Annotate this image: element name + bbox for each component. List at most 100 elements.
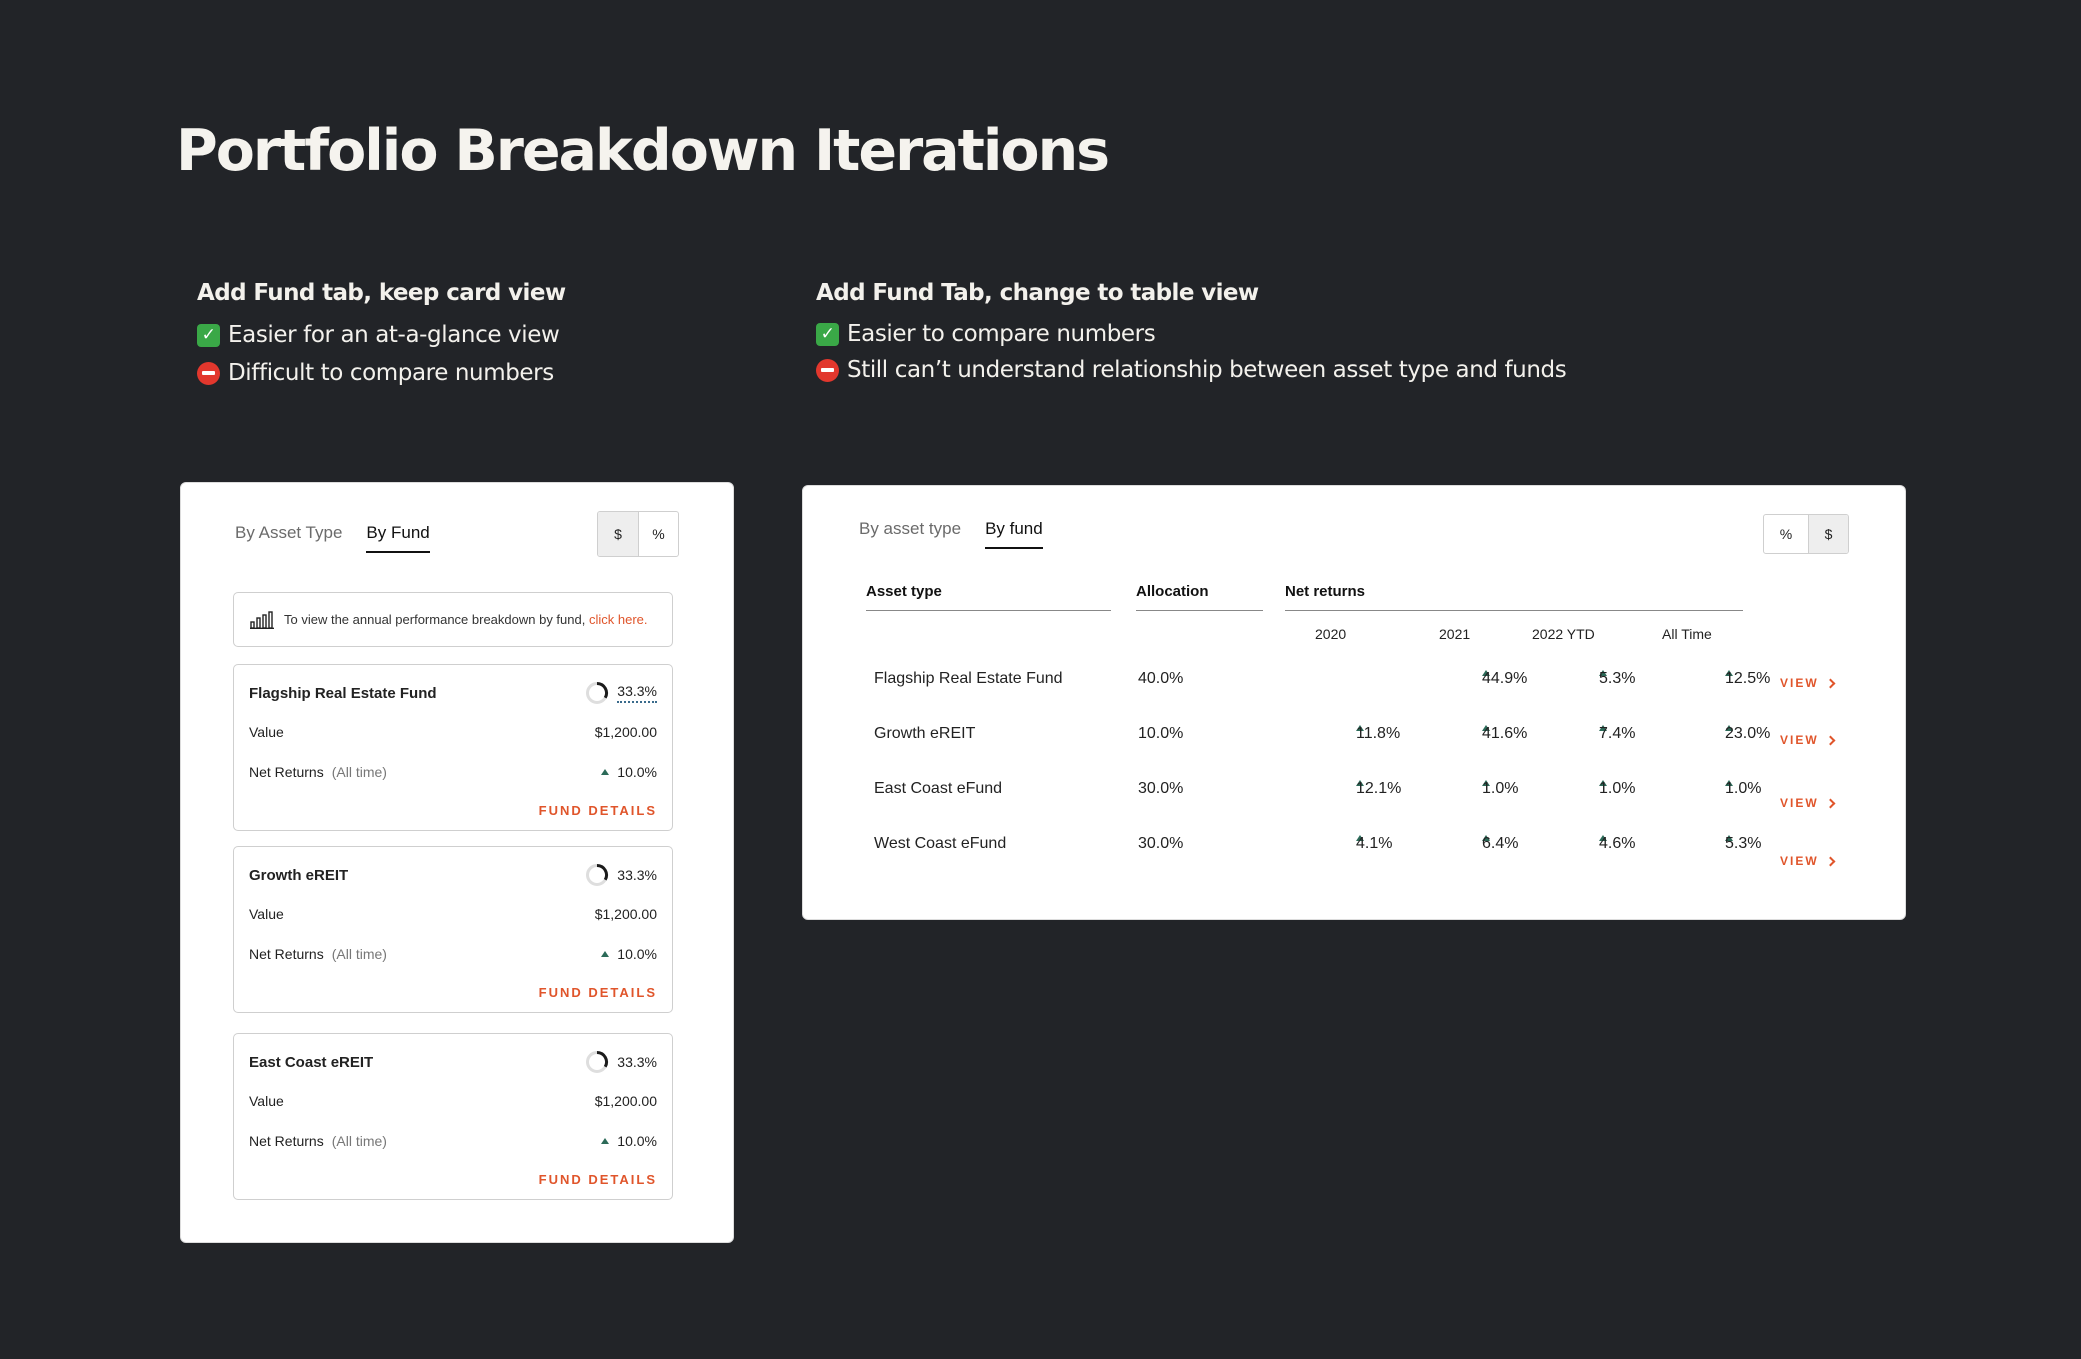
returns-label: Net Returns xyxy=(249,1133,324,1149)
fund-name: East Coast eFund xyxy=(874,780,1003,797)
returns-row: Net Returns (All time) 10.0% xyxy=(249,764,657,780)
tab-by-asset-type[interactable]: By asset type xyxy=(859,519,961,549)
tab-by-asset-type[interactable]: By Asset Type xyxy=(235,523,342,553)
unit-toggle: $ % xyxy=(597,511,679,557)
chevron-right-icon xyxy=(1825,735,1836,745)
return-2021-value: 41.6% xyxy=(1482,725,1528,742)
allocation-value[interactable]: 33.3% xyxy=(617,683,657,703)
returns-period: (All time) xyxy=(331,1133,387,1149)
value-row: Value $1,200.00 xyxy=(249,1093,657,1109)
fund-details-link[interactable]: FUND DETAILS xyxy=(539,985,657,1000)
returns-row: Net Returns (All time) 10.0% xyxy=(249,1133,657,1149)
returns-period: (All time) xyxy=(331,946,387,962)
info-text: To view the annual performance breakdown… xyxy=(284,612,648,627)
returns-label: Net Returns xyxy=(249,946,324,962)
allocation-value: 33.3% xyxy=(617,1054,657,1070)
toggle-percent[interactable]: % xyxy=(1764,515,1808,553)
fund-allocation: 33.3% xyxy=(585,681,657,705)
returns-row: Net Returns (All time) 10.0% xyxy=(249,946,657,962)
fund-name: Flagship Real Estate Fund xyxy=(874,670,1063,687)
value-label: Value xyxy=(249,1093,284,1109)
value-amount: $1,200.00 xyxy=(594,906,657,922)
return-2020-value: 12.1% xyxy=(1356,780,1402,797)
chevron-right-icon xyxy=(1825,678,1836,688)
fund-allocation: 33.3% xyxy=(585,863,657,887)
value-row: Value $1,200.00 xyxy=(249,906,657,922)
return-2021-value: 6.4% xyxy=(1482,835,1519,852)
returns-value-group: 10.0% xyxy=(601,946,657,962)
value-label: Value xyxy=(249,724,284,740)
tab-by-fund[interactable]: By fund xyxy=(985,519,1043,549)
view-label: VIEW xyxy=(1780,733,1819,747)
returns-value: 10.0% xyxy=(617,764,657,780)
fund-details-link[interactable]: FUND DETAILS xyxy=(539,803,657,818)
left-note-pro-text: Easier for an at-a-glance view xyxy=(228,322,560,348)
return-all-time-value: 5.3% xyxy=(1725,835,1762,852)
returns-label: Net Returns xyxy=(249,764,324,780)
return-2021-value: 1.0% xyxy=(1482,780,1519,797)
returns-label-group: Net Returns (All time) xyxy=(249,764,387,780)
up-arrow-icon xyxy=(601,1138,610,1144)
up-arrow-icon xyxy=(601,951,610,957)
left-note-con: Difficult to compare numbers xyxy=(197,354,565,392)
unit-toggle: % $ xyxy=(1763,514,1849,554)
card-view-tabs: By Asset Type By Fund xyxy=(235,523,430,553)
allocation-value: 30.0% xyxy=(1138,835,1184,852)
value-label: Value xyxy=(249,906,284,922)
returns-period: (All time) xyxy=(331,764,387,780)
table-view-tabs: By asset type By fund xyxy=(859,519,1043,549)
value-amount: $1,200.00 xyxy=(594,724,657,740)
returns-value: 10.0% xyxy=(617,1133,657,1149)
right-note-pro-text: Easier to compare numbers xyxy=(847,321,1156,347)
allocation-value: 30.0% xyxy=(1138,780,1184,797)
fund-card: East Coast eREIT 33.3% Value $1,200.00 N… xyxy=(233,1033,673,1200)
allocation-donut-icon xyxy=(586,864,609,886)
view-link[interactable]: VIEW xyxy=(1780,676,1836,690)
left-note-pro: ✓ Easier for an at-a-glance view xyxy=(197,316,565,354)
info-link[interactable]: click here. xyxy=(589,612,648,627)
right-note-pro: ✓ Easier to compare numbers xyxy=(816,316,1566,352)
fund-card: Flagship Real Estate Fund 33.3% Value $1… xyxy=(233,664,673,831)
return-2020-value: 4.1% xyxy=(1356,835,1393,852)
year-header: 2022 YTD xyxy=(1532,626,1595,642)
header-allocation: Allocation xyxy=(1136,583,1263,611)
header-net-returns: Net returns xyxy=(1285,583,1743,611)
return-2022-value: 4.6% xyxy=(1599,835,1636,852)
returns-label-group: Net Returns (All time) xyxy=(249,1133,387,1149)
year-header: 2020 xyxy=(1315,626,1347,642)
return-2021-value: 44.9% xyxy=(1482,670,1528,687)
left-note-con-text: Difficult to compare numbers xyxy=(228,360,554,386)
header-asset-type: Asset type xyxy=(866,583,1111,611)
toggle-dollar[interactable]: $ xyxy=(598,512,638,556)
no-entry-icon xyxy=(197,361,220,385)
fund-card: Growth eREIT 33.3% Value $1,200.00 Net R… xyxy=(233,846,673,1013)
tab-by-fund[interactable]: By Fund xyxy=(366,523,430,553)
return-all-time-value: 12.5% xyxy=(1725,670,1771,687)
right-note-heading: Add Fund Tab, change to table view xyxy=(816,280,1259,306)
toggle-dollar[interactable]: $ xyxy=(1808,515,1848,553)
view-link[interactable]: VIEW xyxy=(1780,733,1836,747)
allocation-value: 33.3% xyxy=(617,867,657,883)
right-note-con: Still can’t understand relationship betw… xyxy=(816,352,1567,388)
up-arrow-icon xyxy=(601,769,610,775)
fund-details-link[interactable]: FUND DETAILS xyxy=(539,1172,657,1187)
value-amount: $1,200.00 xyxy=(594,1093,657,1109)
return-2022-value: 1.0% xyxy=(1599,780,1636,797)
bar-chart-icon xyxy=(250,610,274,629)
view-link[interactable]: VIEW xyxy=(1780,854,1836,868)
allocation-donut-icon xyxy=(586,682,609,704)
right-note-con-text: Still can’t understand relationship betw… xyxy=(847,357,1567,383)
allocation-value: 40.0% xyxy=(1138,670,1184,687)
no-entry-icon xyxy=(816,358,839,382)
fund-allocation: 33.3% xyxy=(585,1050,657,1074)
table-view-panel: By asset type By fund % $ Asset type All… xyxy=(802,485,1906,920)
table-row: Flagship Real Estate Fund 40.0% 44.9% 5.… xyxy=(803,670,1905,700)
fund-name: Growth eREIT xyxy=(249,867,349,884)
toggle-percent[interactable]: % xyxy=(638,512,678,556)
allocation-donut-icon xyxy=(586,1051,609,1073)
fund-name: Flagship Real Estate Fund xyxy=(249,685,437,702)
check-icon: ✓ xyxy=(816,322,839,346)
fund-name: Growth eREIT xyxy=(874,725,976,742)
return-2022-value: 7.4% xyxy=(1599,725,1636,742)
view-link[interactable]: VIEW xyxy=(1780,796,1836,810)
